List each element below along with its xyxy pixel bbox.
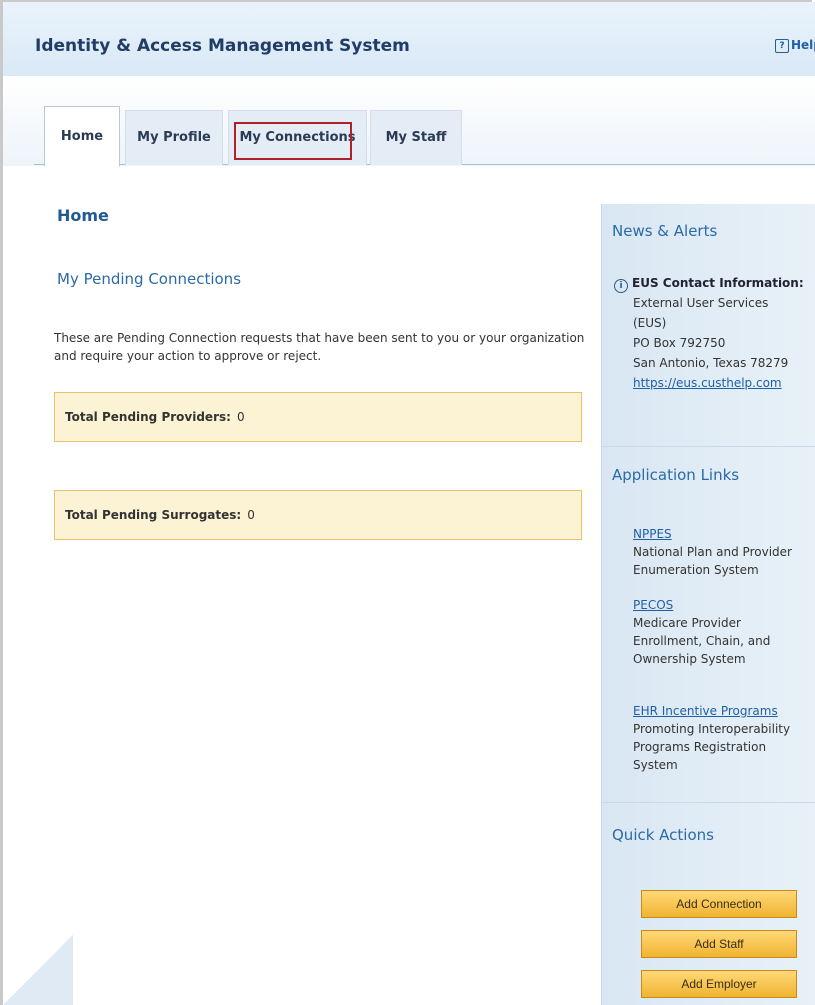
app-link-pecos[interactable]: PECOS xyxy=(633,598,673,612)
pending-providers-box: Total Pending Providers: 0 xyxy=(54,392,582,442)
eus-line: PO Box 792750 xyxy=(633,336,726,350)
add-connection-button[interactable]: Add Connection xyxy=(641,890,797,918)
app-link-description: Promoting Interoperability Programs Regi… xyxy=(633,722,791,772)
app-link-nppes[interactable]: NPPES xyxy=(633,527,672,541)
help-label[interactable]: Help xyxy=(791,38,815,52)
tab-highlight-box xyxy=(234,122,352,160)
app-link-ehr[interactable]: EHR Incentive Programs xyxy=(633,704,778,718)
eus-line: San Antonio, Texas 78279 xyxy=(633,356,789,370)
tab-my-profile[interactable]: My Profile xyxy=(125,110,223,165)
pending-description: These are Pending Connection requests th… xyxy=(54,331,585,363)
pending-surrogates-value: 0 xyxy=(247,508,255,522)
add-employer-button[interactable]: Add Employer xyxy=(641,970,797,998)
app-header: Identity & Access Management System ? Hel… xyxy=(3,2,815,77)
corner-decoration xyxy=(3,935,73,1005)
pending-providers-label: Total Pending Providers: xyxy=(65,410,231,424)
pending-surrogates-label: Total Pending Surrogates: xyxy=(65,508,242,522)
app-link-description: National Plan and Provider Enumeration S… xyxy=(633,545,792,577)
pending-providers-value: 0 xyxy=(236,410,245,424)
eus-line: (EUS) xyxy=(633,316,667,330)
quick-actions-heading: Quick Actions xyxy=(612,826,714,844)
eus-line: External User Services xyxy=(633,296,769,310)
app-title: Identity & Access Management System xyxy=(35,36,410,56)
news-alerts-heading: News & Alerts xyxy=(612,222,718,240)
application-links-heading: Application Links xyxy=(612,466,740,484)
sidebar-divider xyxy=(601,802,815,803)
eus-link[interactable]: https://eus.custhelp.com xyxy=(633,376,782,390)
sidebar-divider xyxy=(601,446,815,447)
tab-my-staff[interactable]: My Staff xyxy=(370,110,462,165)
pending-surrogates-box: Total Pending Surrogates: 0 xyxy=(54,490,582,540)
eus-title: EUS Contact Information: xyxy=(632,276,804,290)
app-link-description: Medicare Provider Enrollment, Chain, and… xyxy=(633,616,771,666)
tab-home[interactable]: Home xyxy=(44,106,120,167)
help-icon: ? xyxy=(775,38,789,53)
help-link[interactable]: ?Help xyxy=(775,38,815,53)
add-staff-button[interactable]: Add Staff xyxy=(641,930,797,958)
page-title: Home xyxy=(57,206,109,225)
section-title: My Pending Connections xyxy=(57,270,242,288)
info-icon: i xyxy=(614,279,628,293)
